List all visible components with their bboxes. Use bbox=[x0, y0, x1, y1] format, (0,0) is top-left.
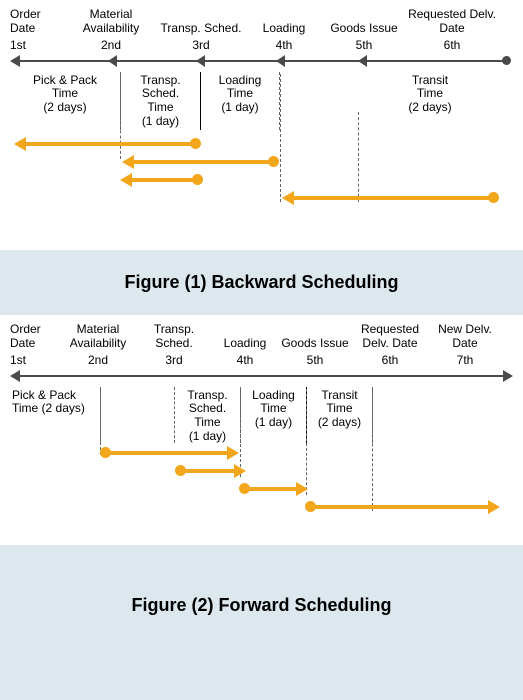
arrow-head-left-icon bbox=[122, 155, 134, 169]
fig2-header-row: Order Date Material Availability Transp.… bbox=[10, 323, 513, 351]
fig1-seg-tsched: Transp.Sched.Time(1 day) bbox=[120, 72, 200, 130]
fig2-seg-pickpack: Pick & PackTime (2 days) bbox=[10, 387, 100, 443]
fig1-header-row: Order Date Material Availability Transp.… bbox=[10, 8, 513, 36]
fig2-arrow-loading bbox=[244, 487, 298, 491]
fig2-arrows bbox=[10, 445, 513, 525]
fig1-arrows bbox=[10, 132, 513, 212]
fig1-segments: Pick & PackTime(2 days) Transp.Sched.Tim… bbox=[10, 72, 513, 130]
fig1-hdr-goods-issue: Goods Issue bbox=[324, 22, 404, 36]
fig2-arrow-transit bbox=[310, 505, 490, 509]
timeline-mid-arrow-5 bbox=[358, 55, 367, 67]
arrow-origin-dot-icon bbox=[175, 465, 186, 476]
fig1-hdr-mat-avail: Material Availability bbox=[64, 8, 158, 36]
fig2-hdr-mat-avail: Material Availability bbox=[58, 323, 138, 351]
timeline-arrow-right bbox=[503, 370, 513, 382]
fig1-hdr-req-delv: Requested Delv. Date bbox=[404, 8, 500, 36]
timeline-end-dot bbox=[502, 56, 511, 65]
fig1-arrow-loading bbox=[132, 160, 274, 164]
fig2-ord-1: 1st bbox=[10, 353, 58, 367]
arrow-origin-dot-icon bbox=[190, 138, 201, 149]
fig1-seg-transit: TransitTime(2 days) bbox=[360, 72, 500, 130]
fig1-arrow-pickpack bbox=[24, 142, 196, 146]
arrow-origin-dot-icon bbox=[192, 174, 203, 185]
fig2-div-4 bbox=[306, 389, 307, 495]
arrow-head-left-icon bbox=[120, 173, 132, 187]
figure-2-panel: Order Date Material Availability Transp.… bbox=[0, 315, 523, 545]
fig1-hdr-loading: Loading bbox=[244, 22, 324, 36]
arrow-head-left-icon bbox=[14, 137, 26, 151]
fig1-ordinals: 1st 2nd 3rd 4th 5th 6th bbox=[10, 38, 513, 52]
fig1-ord-2: 2nd bbox=[64, 38, 158, 52]
fig2-arrow-tsched bbox=[180, 469, 236, 473]
fig1-seg-gap bbox=[280, 72, 360, 130]
fig2-seg-gap2 bbox=[372, 387, 382, 443]
fig2-hdr-req-delv: Requested Delv. Date bbox=[350, 323, 430, 351]
arrow-origin-dot-icon bbox=[239, 483, 250, 494]
arrow-origin-dot-icon bbox=[268, 156, 279, 167]
fig1-div-1 bbox=[120, 74, 121, 159]
fig2-seg-gap1 bbox=[100, 387, 174, 443]
fig2-seg-loading: LoadingTime(1 day) bbox=[240, 387, 306, 443]
timeline-mid-arrow-4 bbox=[276, 55, 285, 67]
arrow-origin-dot-icon bbox=[488, 192, 499, 203]
timeline-arrow-left bbox=[10, 370, 20, 382]
fig2-hdr-transp-sched: Transp. Sched. bbox=[138, 323, 210, 351]
arrow-head-right-icon bbox=[488, 500, 500, 514]
fig2-div-1 bbox=[100, 389, 101, 455]
timeline-line bbox=[14, 375, 509, 377]
fig2-seg-transit: TransitTime(2 days) bbox=[306, 387, 372, 443]
fig2-hdr-new-delv: New Delv. Date bbox=[430, 323, 500, 351]
fig1-seg-pickpack: Pick & PackTime(2 days) bbox=[10, 72, 120, 130]
fig1-hdr-order-date: Order Date bbox=[10, 8, 64, 36]
fig2-arrow-pickpack bbox=[105, 451, 229, 455]
fig2-hdr-loading: Loading bbox=[210, 337, 280, 351]
fig1-ord-5: 5th bbox=[324, 38, 404, 52]
fig2-segments: Pick & PackTime (2 days) Transp.Sched.Ti… bbox=[10, 387, 513, 443]
timeline-line bbox=[14, 60, 509, 62]
arrow-origin-dot-icon bbox=[100, 447, 111, 458]
figure-1-caption: Figure (1) Backward Scheduling bbox=[0, 250, 523, 315]
timeline-mid-arrow-3 bbox=[196, 55, 205, 67]
fig2-ordinals: 1st 2nd 3rd 4th 5th 6th 7th bbox=[10, 353, 513, 367]
fig1-arrow-tsched bbox=[130, 178, 198, 182]
arrow-head-right-icon bbox=[296, 482, 308, 496]
figure-2-caption: Figure (2) Forward Scheduling bbox=[0, 545, 523, 638]
fig1-arrow-transit bbox=[292, 196, 494, 200]
fig2-ord-3: 3rd bbox=[138, 353, 210, 367]
arrow-head-left-icon bbox=[282, 191, 294, 205]
fig1-ord-3: 3rd bbox=[158, 38, 244, 52]
fig2-ord-6: 6th bbox=[350, 353, 430, 367]
fig2-timeline bbox=[10, 369, 513, 383]
fig1-div-4 bbox=[358, 112, 359, 202]
fig2-div-5 bbox=[372, 389, 373, 511]
fig2-ord-5: 5th bbox=[280, 353, 350, 367]
fig1-timeline bbox=[10, 54, 513, 68]
fig1-ord-4: 4th bbox=[244, 38, 324, 52]
fig2-hdr-order-date: Order Date bbox=[10, 323, 58, 351]
timeline-arrow-left bbox=[10, 55, 20, 67]
fig2-ord-2: 2nd bbox=[58, 353, 138, 367]
figure-1-panel: Order Date Material Availability Transp.… bbox=[0, 0, 523, 250]
fig1-ord-1: 1st bbox=[10, 38, 64, 52]
fig1-ord-6: 6th bbox=[404, 38, 500, 52]
fig2-ord-4: 4th bbox=[210, 353, 280, 367]
fig1-seg-loading: LoadingTime(1 day) bbox=[200, 72, 280, 130]
arrow-head-right-icon bbox=[234, 464, 246, 478]
fig1-hdr-transp-sched: Transp. Sched. bbox=[158, 22, 244, 36]
timeline-mid-arrow-2 bbox=[108, 55, 117, 67]
fig2-ord-7: 7th bbox=[430, 353, 500, 367]
fig2-hdr-goods-issue: Goods Issue bbox=[280, 337, 350, 351]
fig2-seg-tsched: Transp.Sched.Time(1 day) bbox=[174, 387, 240, 443]
arrow-head-right-icon bbox=[227, 446, 239, 460]
arrow-origin-dot-icon bbox=[305, 501, 316, 512]
fig1-div-3 bbox=[280, 74, 281, 202]
